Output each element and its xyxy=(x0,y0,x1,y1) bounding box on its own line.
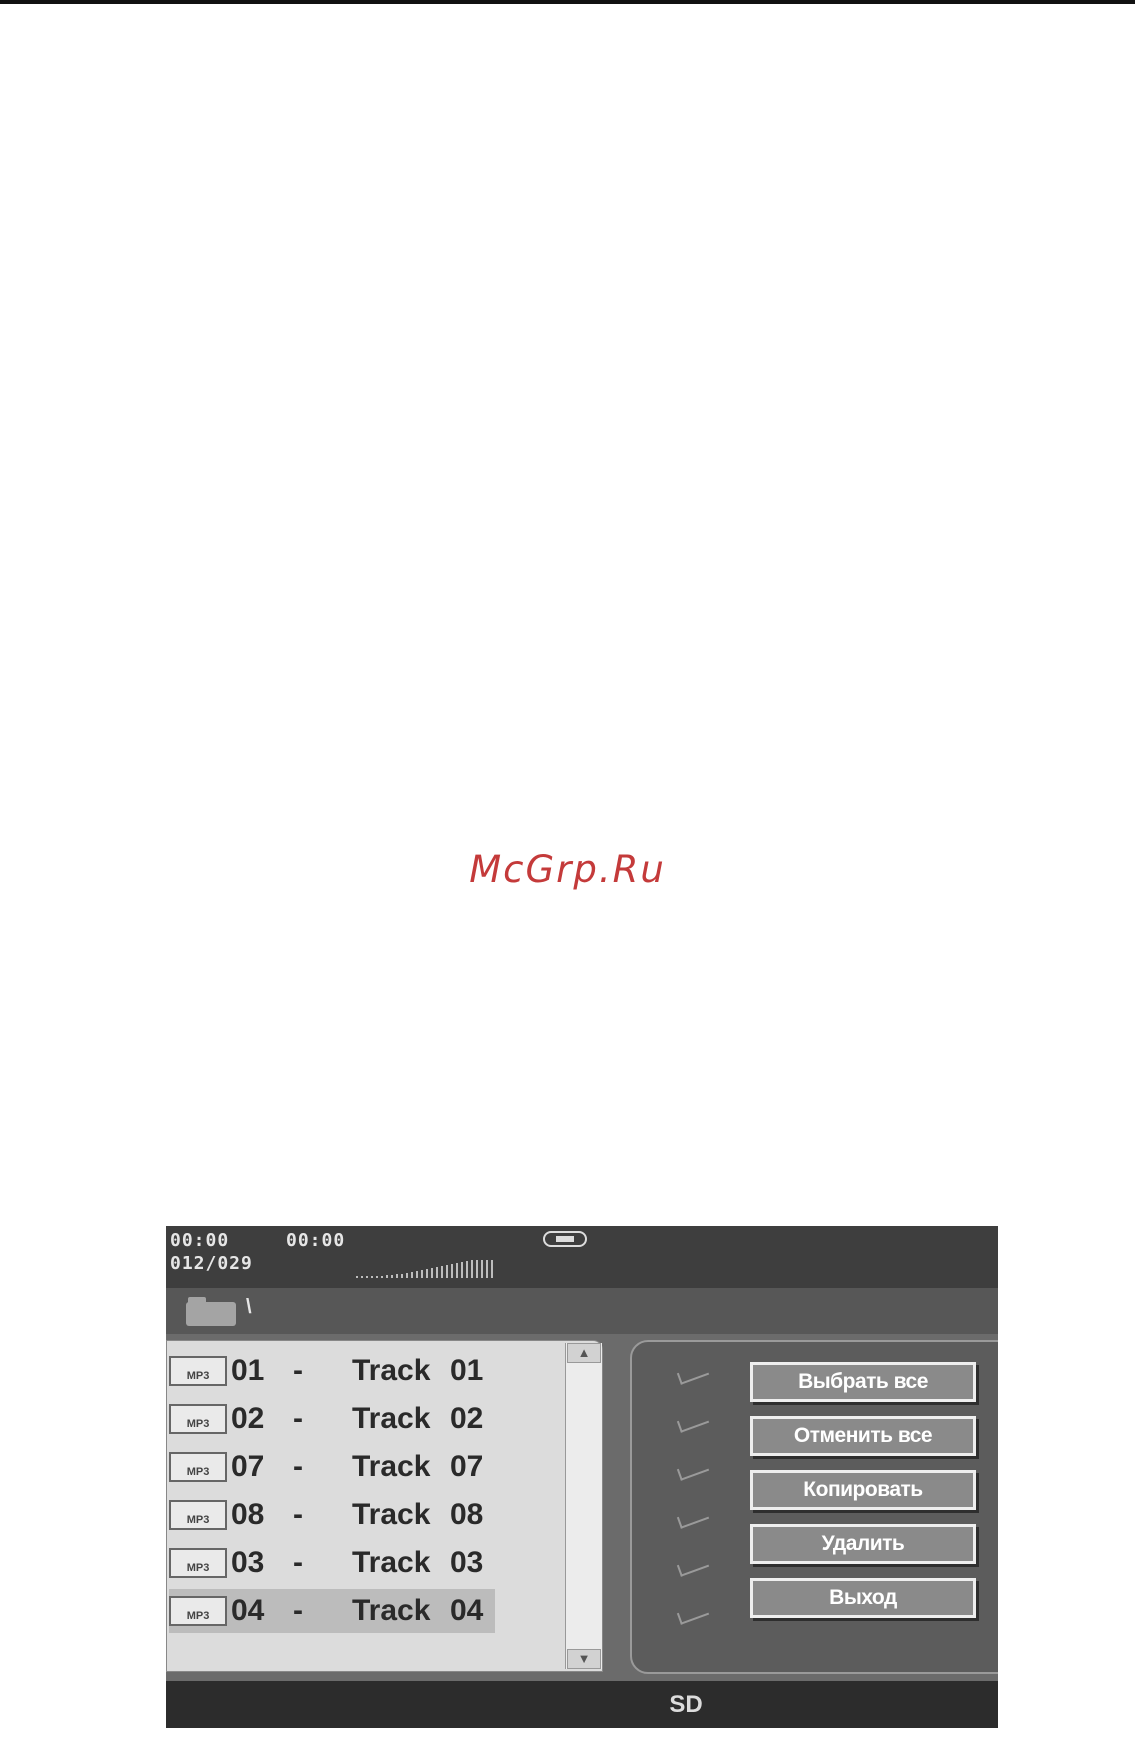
list-item[interactable]: MP3 02 - Track 02 xyxy=(169,1397,495,1441)
list-item[interactable]: MP3 03 - Track 03 xyxy=(169,1541,495,1585)
checkmark-icon xyxy=(676,1411,710,1433)
list-item[interactable]: MP3 08 - Track 08 xyxy=(169,1493,495,1537)
list-item[interactable]: MP3 01 - Track 01 xyxy=(169,1349,495,1393)
track-title-number: 04 xyxy=(450,1594,484,1627)
list-item[interactable]: MP3 07 - Track 07 xyxy=(169,1445,495,1489)
total-time: 00:00 xyxy=(286,1230,346,1251)
status-bar: 00:00 00:00 012/029 xyxy=(166,1226,998,1288)
delete-button[interactable]: Удалить xyxy=(750,1524,976,1564)
track-title: Track xyxy=(352,1402,431,1435)
track-title: Track xyxy=(352,1498,431,1531)
track-title: Track xyxy=(352,1546,431,1579)
checkmark-icon xyxy=(676,1507,710,1529)
checkmark-icon xyxy=(676,1459,710,1481)
list-scrollbar[interactable]: ▲ ▼ xyxy=(565,1343,602,1669)
folder-icon xyxy=(186,1297,236,1326)
track-number: 08 xyxy=(231,1498,265,1531)
checkmark-icon xyxy=(676,1555,710,1577)
track-title-number: 08 xyxy=(450,1498,484,1531)
track-title: Track xyxy=(352,1354,431,1387)
mp3-file-icon: MP3 xyxy=(169,1596,227,1626)
track-counter: 012/029 xyxy=(170,1253,253,1274)
track-title-number: 02 xyxy=(450,1402,484,1435)
mp3-file-icon: MP3 xyxy=(169,1404,227,1434)
separator: - xyxy=(293,1546,303,1579)
track-title-number: 01 xyxy=(450,1354,484,1387)
checkmark-icon xyxy=(676,1363,710,1385)
list-item-selected[interactable]: MP3 04 - Track 04 xyxy=(169,1589,495,1633)
player-screen: 00:00 00:00 012/029 \ MP3 01 - Track 01 xyxy=(166,1226,998,1728)
deselect-all-button[interactable]: Отменить все xyxy=(750,1416,976,1456)
mp3-file-icon: MP3 xyxy=(169,1356,227,1386)
separator: - xyxy=(293,1498,303,1531)
exit-button[interactable]: Выход xyxy=(750,1578,976,1618)
track-number: 07 xyxy=(231,1450,265,1483)
scroll-up-icon[interactable]: ▲ xyxy=(567,1343,601,1363)
source-label: SD xyxy=(669,1691,703,1718)
mp3-file-icon: MP3 xyxy=(169,1500,227,1530)
action-panel: Выбрать все Отменить все Копировать Удал… xyxy=(630,1340,998,1674)
file-list: MP3 01 - Track 01 MP3 02 - Track 02 MP3 … xyxy=(166,1340,603,1672)
mp3-file-icon: MP3 xyxy=(169,1452,227,1482)
watermark-text: McGrp.Ru xyxy=(469,848,666,891)
page-top-rule xyxy=(0,0,1135,4)
copy-button[interactable]: Копировать xyxy=(750,1470,976,1510)
path-bar: \ xyxy=(166,1288,998,1334)
separator: - xyxy=(293,1354,303,1387)
elapsed-time: 00:00 xyxy=(170,1230,230,1251)
track-number: 03 xyxy=(231,1546,265,1579)
track-title: Track xyxy=(352,1450,431,1483)
track-number: 04 xyxy=(231,1594,265,1627)
track-title: Track xyxy=(352,1594,431,1627)
memory-card-icon xyxy=(543,1231,587,1247)
track-title-number: 03 xyxy=(450,1546,484,1579)
separator: - xyxy=(293,1594,303,1627)
track-number: 02 xyxy=(231,1402,265,1435)
separator: - xyxy=(293,1450,303,1483)
track-title-number: 07 xyxy=(450,1450,484,1483)
select-all-button[interactable]: Выбрать все xyxy=(750,1362,976,1402)
separator: - xyxy=(293,1402,303,1435)
track-number: 01 xyxy=(231,1354,265,1387)
mp3-file-icon: MP3 xyxy=(169,1548,227,1578)
current-path: \ xyxy=(246,1296,252,1318)
scroll-down-icon[interactable]: ▼ xyxy=(567,1649,601,1669)
volume-level-icon xyxy=(356,1256,546,1278)
source-bar: SD xyxy=(166,1681,998,1728)
checkmark-icon xyxy=(676,1603,710,1625)
